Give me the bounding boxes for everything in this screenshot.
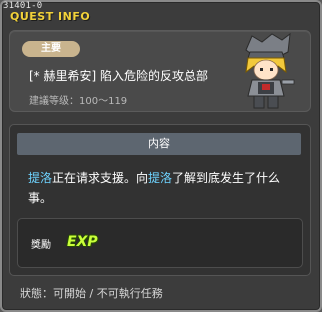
reward-label: 獎勵	[31, 240, 51, 251]
quest-level-range: 建議等级：100～119	[29, 96, 128, 107]
description-text: 正在请求支援。向	[52, 171, 149, 185]
quest-status: 狀態：可開始 / 不可執行任務	[20, 287, 163, 300]
npc-name-highlight: 提洛	[28, 171, 53, 185]
quest-name: [* 赫里希安] 陷入危险的反攻总部	[29, 69, 208, 83]
character-avatar-icon	[245, 32, 295, 109]
npc-name-highlight: 提洛	[148, 171, 173, 185]
reward-box	[17, 218, 303, 268]
quest-description: 提洛正在请求支援。向提洛了解到底发生了什么事。	[28, 168, 300, 208]
main-quest-badge: 主要	[22, 41, 80, 57]
exp-reward-icon: EXP	[67, 234, 98, 250]
content-tab: 内容	[17, 133, 301, 155]
window-title: QUEST INFO	[10, 10, 91, 23]
